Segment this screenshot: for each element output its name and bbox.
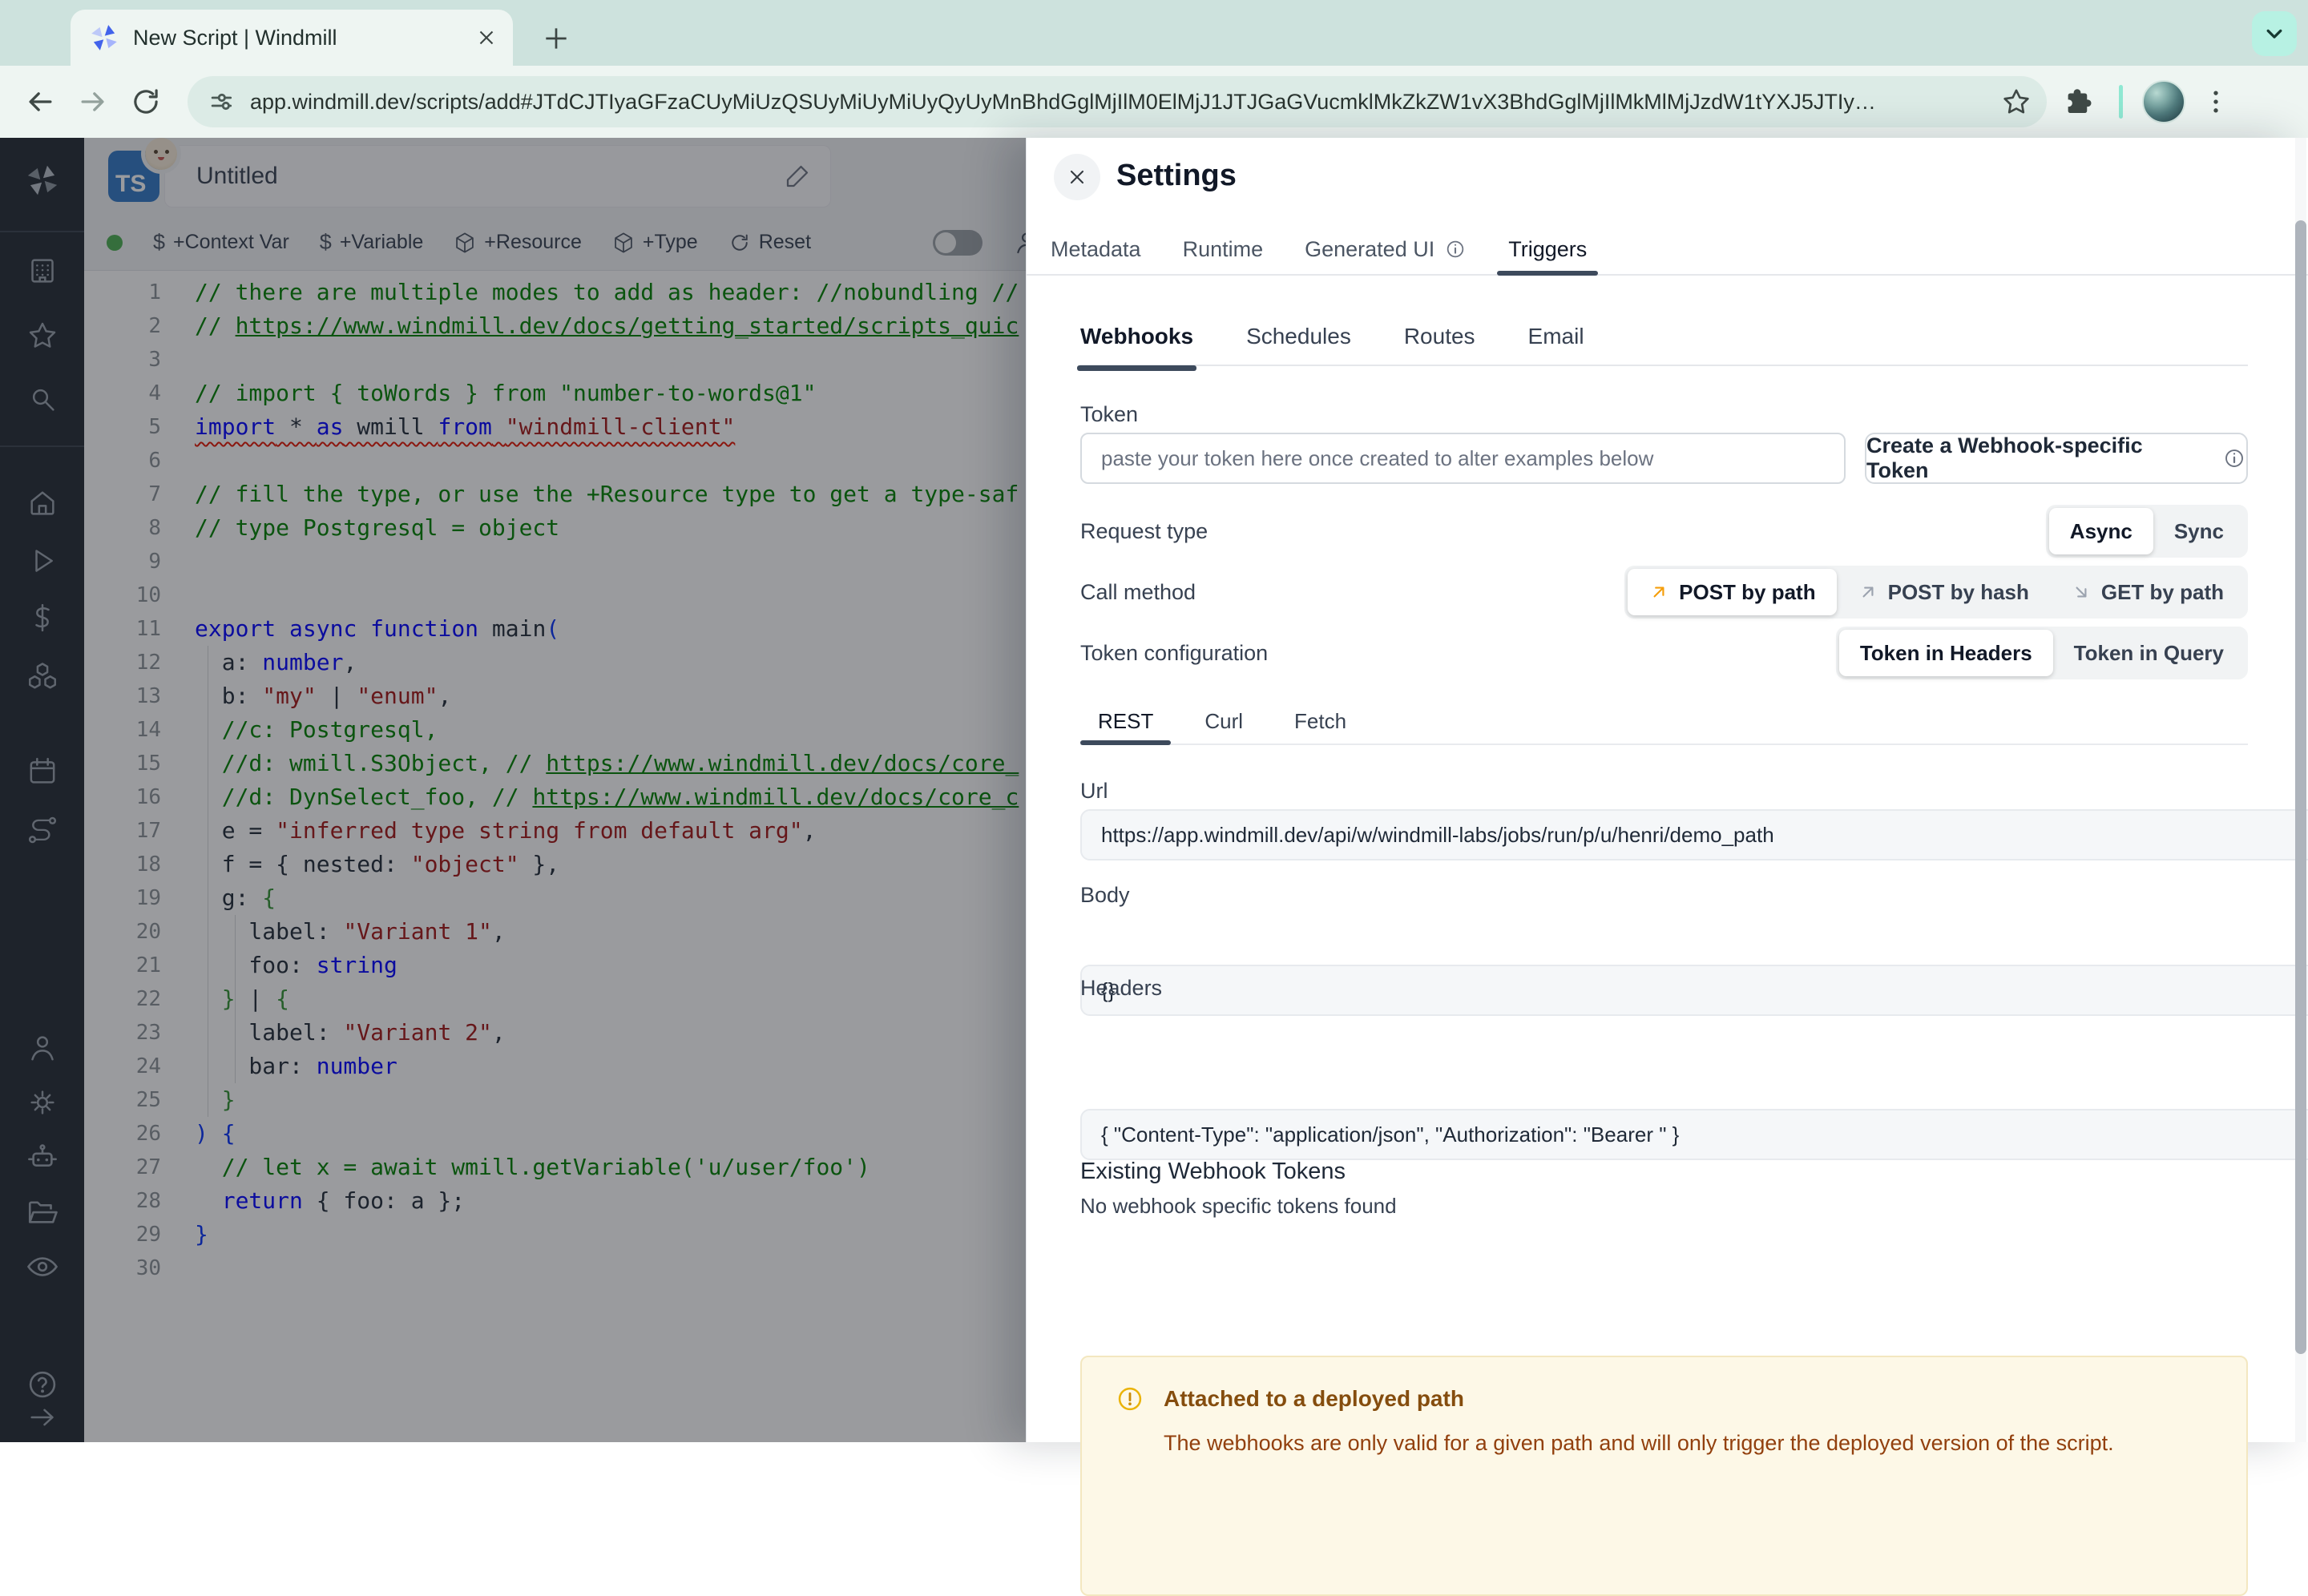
- warning-title: Attached to a deployed path: [1164, 1386, 2114, 1412]
- url-label: Url: [1080, 779, 2248, 804]
- option-token-in-headers[interactable]: Token in Headers: [1839, 630, 2053, 676]
- call-method-label: Call method: [1080, 580, 1624, 605]
- info-icon: [1444, 238, 1467, 260]
- tab-search-button[interactable]: [2252, 11, 2297, 56]
- scrollbar-thumb[interactable]: [2295, 220, 2306, 1354]
- tab-routes[interactable]: Routes: [1404, 324, 1475, 365]
- option-post-by-hash[interactable]: POST by hash: [1837, 569, 2050, 615]
- request-type-segment: Async Sync: [2046, 505, 2248, 558]
- settings-tabs: Metadata Runtime Generated UI Triggers: [1027, 224, 2308, 276]
- existing-tokens-empty: No webhook specific tokens found: [1080, 1194, 2248, 1219]
- alert-circle-icon: [1114, 1383, 1146, 1566]
- option-async[interactable]: Async: [2049, 508, 2153, 554]
- arrow-up-right-icon: [1648, 582, 1669, 603]
- windmill-app: TS Untitled $+Context Var $+Variable +Re…: [0, 138, 2308, 1442]
- tab-schedules[interactable]: Schedules: [1246, 324, 1351, 365]
- profile-avatar[interactable]: [2142, 80, 2185, 123]
- info-icon: [2222, 446, 2246, 470]
- new-tab-button[interactable]: [535, 18, 577, 59]
- option-sync[interactable]: Sync: [2153, 508, 2245, 554]
- tab-generated-ui[interactable]: Generated UI: [1284, 224, 1487, 274]
- trigger-tabs: Webhooks Schedules Routes Email: [1080, 324, 2248, 366]
- tab-fetch[interactable]: Fetch: [1277, 699, 1364, 744]
- tab-metadata[interactable]: Metadata: [1030, 224, 1162, 274]
- token-row: Create a Webhook-specific Token: [1080, 433, 2248, 484]
- address-bar[interactable]: app.windmill.dev/scripts/add#JTdCJTIyaGF…: [188, 76, 2047, 127]
- token-configuration-label: Token configuration: [1080, 641, 1836, 666]
- bookmark-star-icon[interactable]: [1997, 83, 2036, 121]
- request-type-label: Request type: [1080, 519, 2046, 544]
- back-button[interactable]: [18, 79, 63, 124]
- forward-button[interactable]: [71, 79, 115, 124]
- close-button[interactable]: [1054, 154, 1100, 200]
- snippet-tabs: REST Curl Fetch: [1080, 699, 2248, 745]
- deployed-path-warning: Attached to a deployed path The webhooks…: [1080, 1356, 2248, 1596]
- token-input[interactable]: [1080, 433, 1846, 484]
- windmill-favicon-icon: [88, 22, 120, 54]
- warning-message: The webhooks are only valid for a given …: [1164, 1431, 2114, 1456]
- token-configuration-segment: Token in Headers Token in Query: [1836, 627, 2248, 679]
- close-icon: [1066, 166, 1088, 188]
- option-get-by-path[interactable]: GET by path: [2050, 569, 2245, 615]
- settings-drawer: Settings Metadata Runtime Generated UI T…: [1026, 138, 2308, 1442]
- reload-button[interactable]: [123, 79, 168, 124]
- drawer-title: Settings: [1116, 159, 1237, 193]
- kebab-menu-icon[interactable]: [2193, 79, 2238, 124]
- tab-strip: New Script | Windmill: [0, 0, 2308, 66]
- tab-rest[interactable]: REST: [1080, 699, 1171, 744]
- request-type-row: Request type Async Sync: [1080, 505, 2248, 558]
- arrow-down-right-icon: [2071, 582, 2092, 603]
- arrow-up-right-icon: [1858, 582, 1878, 603]
- url-text[interactable]: app.windmill.dev/scripts/add#JTdCJTIyaGF…: [250, 90, 1984, 115]
- body-label: Body: [1080, 883, 2248, 908]
- option-token-in-query[interactable]: Token in Query: [2053, 630, 2245, 676]
- url-field[interactable]: https://app.windmill.dev/api/w/windmill-…: [1080, 809, 2308, 860]
- token-label: Token: [1080, 402, 2248, 427]
- option-post-by-path[interactable]: POST by path: [1628, 569, 1836, 615]
- toolbar-separator: [2119, 85, 2123, 119]
- extensions-puzzle-icon[interactable]: [2055, 79, 2100, 124]
- tab-close-icon[interactable]: [474, 26, 498, 50]
- existing-tokens-title: Existing Webhook Tokens: [1080, 1159, 2248, 1185]
- tab-runtime[interactable]: Runtime: [1162, 224, 1285, 274]
- tab-webhooks[interactable]: Webhooks: [1080, 324, 1193, 365]
- headers-label: Headers: [1080, 976, 2248, 1001]
- browser-chrome: New Script | Windmill app.wind: [0, 0, 2308, 138]
- tab-triggers[interactable]: Triggers: [1487, 224, 1608, 274]
- token-configuration-row: Token configuration Token in Headers Tok…: [1080, 627, 2248, 679]
- tab-curl[interactable]: Curl: [1187, 699, 1261, 744]
- headers-field[interactable]: { "Content-Type": "application/json", "A…: [1080, 1109, 2308, 1160]
- create-webhook-token-button[interactable]: Create a Webhook-specific Token: [1865, 433, 2248, 484]
- tab-title: New Script | Windmill: [133, 26, 462, 50]
- browser-tab[interactable]: New Script | Windmill: [71, 10, 513, 66]
- browser-toolbar: app.windmill.dev/scripts/add#JTdCJTIyaGF…: [0, 66, 2308, 138]
- chevron-down-icon: [2261, 20, 2288, 47]
- call-method-row: Call method POST by path POST by hash GE…: [1080, 566, 2248, 619]
- tune-icon[interactable]: [205, 86, 237, 118]
- tab-email[interactable]: Email: [1528, 324, 1584, 365]
- call-method-segment: POST by path POST by hash GET by path: [1624, 566, 2248, 619]
